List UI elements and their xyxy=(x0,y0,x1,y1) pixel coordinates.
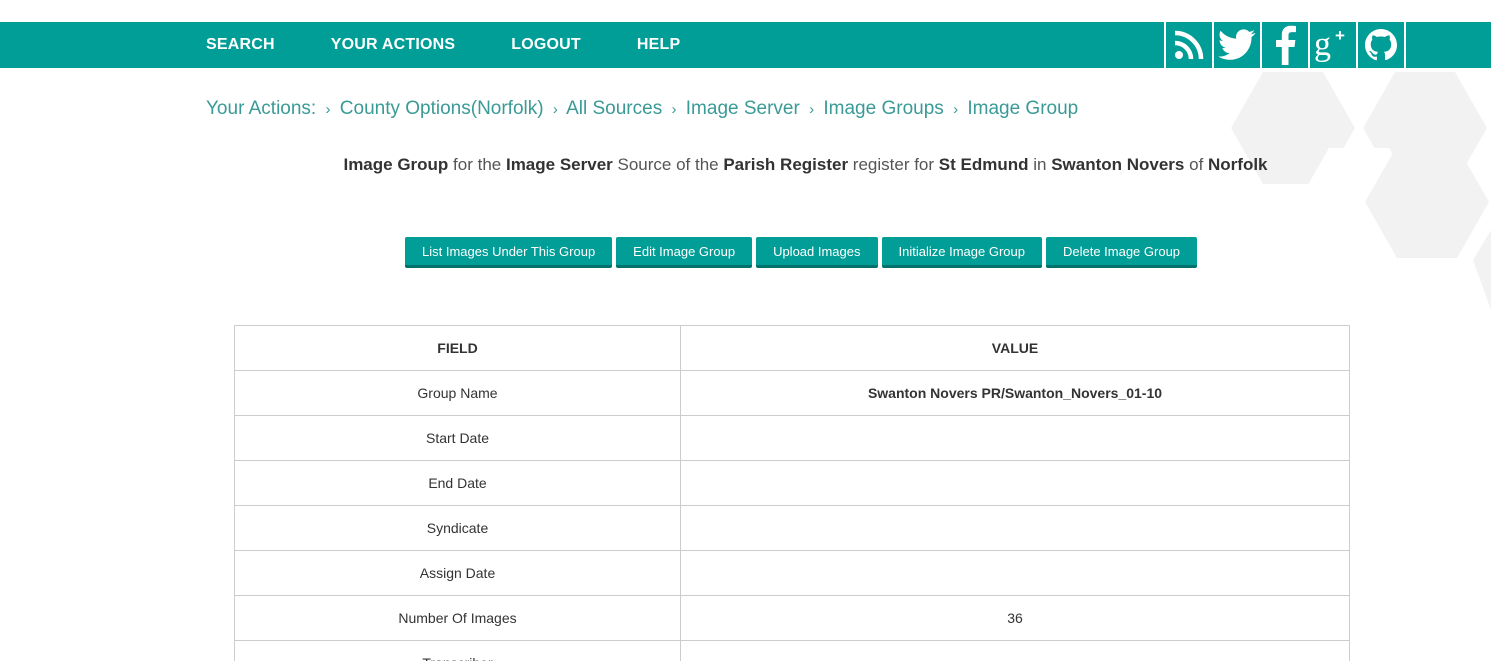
action-buttons: List Images Under This Group Edit Image … xyxy=(405,237,1201,268)
field-label: Syndicate xyxy=(234,505,681,551)
table-row: Group Name Swanton Novers PR/Swanton_Nov… xyxy=(234,370,1350,416)
breadcrumb: Your Actions: › County Options(Norfolk) … xyxy=(206,98,1078,120)
column-header-value: VALUE xyxy=(680,325,1350,371)
heading-text: register for xyxy=(848,155,939,174)
social-links: g + xyxy=(1164,22,1406,68)
breadcrumb-separator: › xyxy=(325,101,331,118)
heading-place: Swanton Novers xyxy=(1051,155,1185,174)
nav-your-actions[interactable]: YOUR ACTIONS xyxy=(331,36,455,54)
field-value xyxy=(680,415,1350,461)
column-header-field: FIELD xyxy=(234,325,681,371)
github-icon[interactable] xyxy=(1358,22,1406,68)
nav-help[interactable]: HELP xyxy=(637,36,680,54)
breadcrumb-image-groups[interactable]: Image Groups xyxy=(823,98,943,119)
heading-text: of xyxy=(1184,155,1209,174)
svg-text:+: + xyxy=(1335,26,1345,45)
initialize-image-group-button[interactable]: Initialize Image Group xyxy=(881,237,1042,268)
breadcrumb-county-options[interactable]: County Options(Norfolk) xyxy=(340,98,544,119)
rss-icon[interactable] xyxy=(1166,22,1214,68)
breadcrumb-separator: › xyxy=(953,101,959,118)
field-label: Assign Date xyxy=(234,550,681,596)
breadcrumb-separator: › xyxy=(671,101,677,118)
field-value xyxy=(680,550,1350,596)
breadcrumb-separator: › xyxy=(552,101,558,118)
heading-text: for the xyxy=(448,155,506,174)
heading-text: Source of the xyxy=(612,155,724,174)
breadcrumb-root[interactable]: Your Actions: xyxy=(206,98,316,119)
table-row: Number Of Images 36 xyxy=(234,595,1350,641)
table-row: Transcriber xyxy=(234,640,1350,661)
top-navbar: SEARCH YOUR ACTIONS LOGOUT HELP g + xyxy=(0,22,1491,68)
nav-logout[interactable]: LOGOUT xyxy=(511,36,581,54)
table-row: Syndicate xyxy=(234,505,1350,551)
heading-source: Image Server xyxy=(505,155,613,174)
heading-church: St Edmund xyxy=(938,155,1029,174)
field-label: Group Name xyxy=(234,370,681,416)
main-nav: SEARCH YOUR ACTIONS LOGOUT HELP xyxy=(206,22,736,68)
field-label: End Date xyxy=(234,460,681,506)
field-value: 36 xyxy=(680,595,1350,641)
hexagon-background xyxy=(1231,72,1491,310)
upload-images-button[interactable]: Upload Images xyxy=(756,237,878,268)
breadcrumb-all-sources[interactable]: All Sources xyxy=(566,98,662,119)
nav-search[interactable]: SEARCH xyxy=(206,36,275,54)
table-header-row: FIELD VALUE xyxy=(234,325,1350,371)
table-row: End Date xyxy=(234,460,1350,506)
field-label: Start Date xyxy=(234,415,681,461)
heading-text: in xyxy=(1028,155,1052,174)
table-row: Assign Date xyxy=(234,550,1350,596)
page-heading: Image Group for the Image Server Source … xyxy=(0,155,1491,175)
list-images-button[interactable]: List Images Under This Group xyxy=(405,237,613,268)
table-row: Start Date xyxy=(234,415,1350,461)
twitter-icon[interactable] xyxy=(1214,22,1262,68)
delete-image-group-button[interactable]: Delete Image Group xyxy=(1045,237,1198,268)
breadcrumb-image-server[interactable]: Image Server xyxy=(686,98,800,119)
heading-county: Norfolk xyxy=(1208,155,1268,174)
edit-image-group-button[interactable]: Edit Image Group xyxy=(616,237,753,268)
breadcrumb-image-group[interactable]: Image Group xyxy=(967,98,1078,119)
field-value xyxy=(680,640,1350,661)
heading-record-type: Image Group xyxy=(343,155,449,174)
field-value: Swanton Novers PR/Swanton_Novers_01-10 xyxy=(680,370,1350,416)
details-table: FIELD VALUE Group Name Swanton Novers PR… xyxy=(234,325,1350,661)
breadcrumb-separator: › xyxy=(809,101,815,118)
heading-register: Parish Register xyxy=(723,155,849,174)
field-value xyxy=(680,460,1350,506)
image-group-details: FIELD VALUE Group Name Swanton Novers PR… xyxy=(234,325,1350,661)
field-label: Number Of Images xyxy=(234,595,681,641)
svg-text:g: g xyxy=(1314,26,1331,63)
field-value xyxy=(680,505,1350,551)
facebook-icon[interactable] xyxy=(1262,22,1310,68)
google-plus-icon[interactable]: g + xyxy=(1310,22,1358,68)
field-label: Transcriber xyxy=(234,640,681,661)
